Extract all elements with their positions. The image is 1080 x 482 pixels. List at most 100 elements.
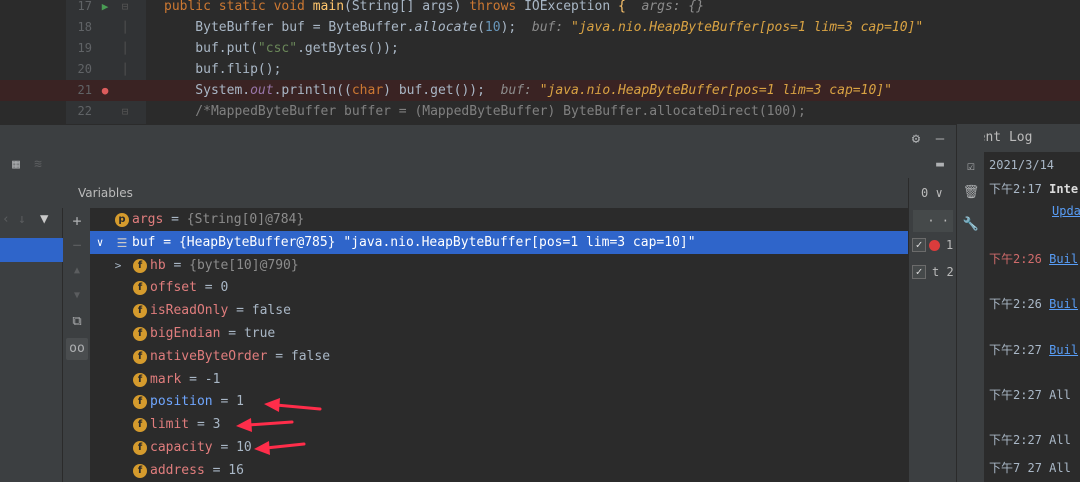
- event-log-time: 下午2:26: [989, 252, 1042, 266]
- variable-row[interactable]: ∨ ☰ buf = {HeapByteBuffer@785} "java.nio.H…: [90, 230, 908, 254]
- event-log-entry: 下午2:27 Buil: [989, 341, 1078, 358]
- code-line[interactable]: 18 │ ByteBuffer buf = ByteBuffer.allocate…: [0, 17, 1080, 38]
- variable-row[interactable]: f address = 16: [90, 459, 908, 482]
- move-up-icon[interactable]: ▲: [66, 260, 88, 282]
- line-number: 17: [77, 0, 92, 13]
- event-log-link[interactable]: Buil: [1049, 297, 1078, 311]
- variable-row[interactable]: f limit = 3: [90, 413, 908, 436]
- watch-row[interactable]: ✓ t 2: [909, 261, 957, 284]
- wrench-icon[interactable]: 🔧: [962, 216, 980, 234]
- parameter-icon: p: [115, 213, 129, 227]
- filter-icon[interactable]: ▼: [40, 211, 48, 227]
- collapse-arrow-icon[interactable]: ∨: [94, 231, 106, 254]
- field-icon: f: [133, 395, 147, 410]
- variable-name: nativeByteOrder: [150, 348, 268, 364]
- variable-text: position = 1: [150, 390, 244, 413]
- mark-read-icon[interactable]: ☑: [962, 158, 980, 176]
- restore-layout-icon[interactable]: ▬: [930, 155, 950, 175]
- variables-pane: Variables p args = {String[0]@784} ∨ ☰ buf =…: [0, 178, 908, 482]
- hide-panel-icon[interactable]: —: [930, 129, 950, 149]
- watches-pane: 0 ∨ · · ✓ 1 ✓ t 2: [908, 178, 956, 482]
- variable-row[interactable]: f bigEndian = true: [90, 322, 908, 345]
- event-log-link[interactable]: Upda: [1052, 204, 1080, 218]
- watch-row[interactable]: ✓ 1: [909, 234, 957, 257]
- code-line[interactable]: 22 ⊟ /*MappedByteBuffer buffer = (MappedB…: [0, 101, 1080, 122]
- selected-frame-row[interactable]: [0, 238, 63, 262]
- breakpoint-icon[interactable]: ●: [98, 80, 112, 101]
- code-line[interactable]: 21 ● System.out.println((char) buf.get())…: [0, 80, 1080, 101]
- table-view-icon[interactable]: ▦: [6, 155, 26, 175]
- variable-text: address = 16: [150, 459, 244, 482]
- fold-icon[interactable]: ⊟: [119, 0, 131, 17]
- variable-row[interactable]: p args = {String[0]@784}: [90, 208, 908, 231]
- run-icon[interactable]: ▶: [98, 0, 112, 17]
- event-log-link[interactable]: Buil: [1049, 252, 1078, 266]
- variable-equals: =: [155, 234, 179, 250]
- code-token: out: [250, 83, 274, 98]
- variable-equals: =: [212, 440, 237, 455]
- move-down-icon[interactable]: ▼: [66, 285, 88, 307]
- code-token: buf:: [524, 20, 572, 35]
- code-token: buf.put(: [164, 41, 258, 56]
- clear-all-icon[interactable]: 🗑: [962, 184, 980, 202]
- variable-name: address: [150, 462, 205, 478]
- add-watch-icon[interactable]: +: [66, 210, 88, 232]
- step-down-icon[interactable]: ↓: [18, 212, 26, 227]
- debug-tool-window-header: ⚙ —: [0, 124, 956, 152]
- code-token: throws: [469, 0, 525, 14]
- fold-guide: │: [121, 21, 129, 34]
- code-token: main: [312, 0, 345, 14]
- variable-name: capacity: [150, 440, 213, 455]
- variable-value: false: [290, 348, 331, 364]
- variable-equals: =: [189, 417, 213, 433]
- variable-name: bigEndian: [150, 326, 221, 341]
- variable-equals: =: [196, 280, 221, 296]
- variable-equals: =: [212, 394, 237, 410]
- code-editor[interactable]: 17 ▶ ⊟ public static void main(String[] arg…: [0, 0, 1080, 124]
- watches-dropdown[interactable]: 0 ∨: [921, 186, 943, 200]
- variable-equals: =: [228, 303, 252, 319]
- fold-icon[interactable]: ⊟: [119, 101, 131, 122]
- step-back-icon[interactable]: ‹: [2, 212, 10, 227]
- variable-equals: =: [165, 257, 190, 273]
- code-line[interactable]: 17 ▶ ⊟ public static void main(String[] arg…: [0, 0, 1080, 17]
- event-log-toolbar: ☑ 🗑 🔧: [956, 124, 984, 482]
- expand-arrow-icon[interactable]: >: [112, 254, 124, 277]
- code-line[interactable]: 19 │ buf.put("csc".getBytes());: [0, 38, 1080, 59]
- line-number: 21: [77, 83, 92, 97]
- variable-row[interactable]: f nativeByteOrder = false: [90, 345, 908, 368]
- variable-row[interactable]: f capacity = 10: [90, 436, 908, 459]
- variable-value: 0: [220, 280, 229, 296]
- code-token: (String[] args): [344, 0, 470, 14]
- watch-checkbox[interactable]: ✓: [912, 238, 926, 252]
- evaluate-icon[interactable]: ≋: [28, 155, 48, 175]
- breakpoint-dot-icon: [929, 240, 940, 251]
- event-log-link[interactable]: Buil: [1049, 343, 1078, 357]
- copy-icon[interactable]: ⧉: [66, 311, 88, 333]
- variable-row[interactable]: > f hb = {byte[10]@790}: [90, 254, 908, 277]
- watch-checkbox[interactable]: ✓: [912, 265, 926, 279]
- show-watches-icon[interactable]: oo: [66, 338, 88, 360]
- code-line[interactable]: 20 │ buf.flip();: [0, 59, 1080, 80]
- event-log-body: 2021/3/14 下午2:17 Inte Upda 下午2:26 Buil 下午2:…: [984, 152, 1080, 482]
- settings-gear-icon[interactable]: ⚙: [906, 129, 926, 149]
- code-token: allocate: [414, 20, 478, 35]
- variable-row[interactable]: f isReadOnly = false: [90, 299, 908, 322]
- variable-row[interactable]: f offset = 0: [90, 276, 908, 299]
- variable-row[interactable]: f position = 1: [90, 390, 908, 413]
- code-token: buf:: [500, 83, 540, 98]
- event-log-time: 下午2:17: [989, 182, 1042, 196]
- variable-row[interactable]: f mark = -1: [90, 368, 908, 391]
- event-log-text: Inte: [1049, 182, 1079, 196]
- event-log-entry: 下午2:27 All: [989, 386, 1071, 403]
- code-token: "csc": [257, 41, 298, 56]
- remove-watch-icon[interactable]: −: [66, 234, 88, 256]
- field-icon: f: [133, 349, 147, 364]
- variable-name: isReadOnly: [150, 303, 229, 319]
- event-log-text: All: [1049, 388, 1071, 402]
- field-icon: f: [133, 372, 147, 387]
- debug-toolbar: ▦ ≋ ▬: [0, 152, 956, 178]
- code-text: /*MappedByteBuffer buffer = (MappedByteB…: [164, 101, 806, 122]
- variable-text: hb = {byte[10]@790}: [150, 254, 299, 277]
- event-log-time: 下午2:27: [989, 343, 1042, 357]
